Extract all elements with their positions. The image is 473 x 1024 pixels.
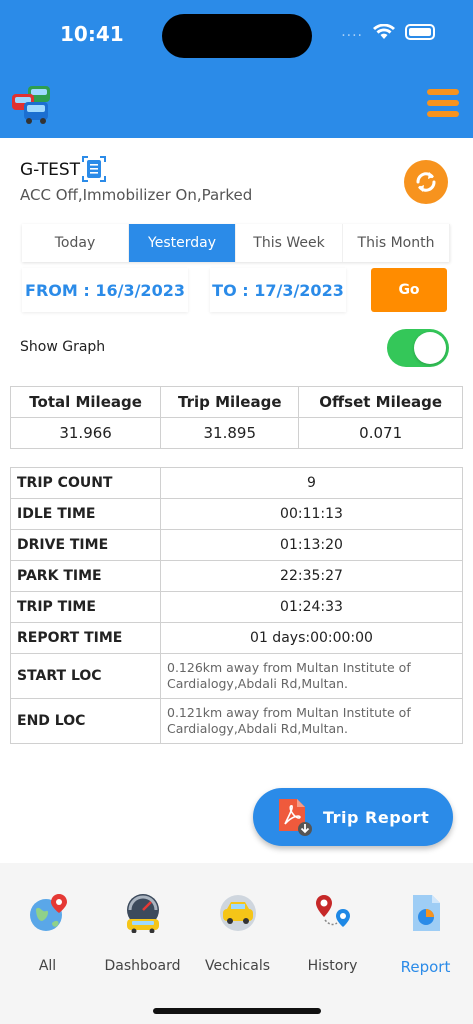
stat-value: 01 days:00:00:00 <box>160 622 463 654</box>
battery-icon <box>405 24 435 40</box>
toggle-knob <box>414 332 446 364</box>
nav-label-history: History <box>307 958 358 974</box>
vehicle-name: G-TEST <box>20 160 81 180</box>
total-mileage-value: 31.966 <box>9 417 162 449</box>
tab-this-week[interactable]: This Week <box>236 224 343 262</box>
go-button[interactable]: Go <box>371 268 447 312</box>
nav-item-all[interactable]: All <box>0 863 95 983</box>
table-row: START LOC 0.126km away from Multan Instit… <box>10 653 463 699</box>
map-pins-icon <box>315 895 350 927</box>
refresh-button[interactable] <box>404 160 448 204</box>
car-logo-icon <box>12 86 50 124</box>
mileage-table: Total Mileage Trip Mileage Offset Mileag… <box>9 386 463 449</box>
trip-report-label: Trip Report <box>323 807 430 827</box>
trip-mileage-value: 31.895 <box>160 417 300 449</box>
date-range-tabs: Today Yesterday This Week This Month <box>22 224 450 262</box>
from-date[interactable]: FROM : 16/3/2023 <box>22 268 188 312</box>
signal-dots: .... <box>341 24 363 40</box>
show-graph-toggle[interactable] <box>387 329 449 367</box>
to-date[interactable]: TO : 17/3/2023 <box>210 268 346 312</box>
nav-item-vehicles[interactable]: Vechicals <box>190 863 285 983</box>
vehicle-status: ACC Off,Immobilizer On,Parked <box>20 186 253 204</box>
table-row: DRIVE TIME 01:13:20 <box>10 529 463 561</box>
stat-key: TRIP COUNT <box>10 467 161 499</box>
offset-mileage-value: 0.071 <box>298 417 463 449</box>
stat-value: 9 <box>160 467 463 499</box>
table-row: END LOC 0.121km away from Multan Institut… <box>10 698 463 744</box>
nav-item-report[interactable]: Report <box>378 863 473 983</box>
wifi-icon <box>373 24 395 39</box>
nav-label-report: Report <box>400 958 451 976</box>
offset-mileage-header: Offset Mileage <box>298 386 463 418</box>
bottom-navigation: All Dashboard Vechicals History Report <box>0 863 473 1024</box>
hamburger-icon[interactable] <box>427 89 459 119</box>
mileage-header-row: Total Mileage Trip Mileage Offset Mileag… <box>9 386 463 418</box>
stat-key: TRIP TIME <box>10 591 161 623</box>
table-row: TRIP COUNT 9 <box>10 467 463 499</box>
stat-key: REPORT TIME <box>10 622 161 654</box>
stat-key: START LOC <box>10 653 161 699</box>
nav-label-vehicles: Vechicals <box>204 958 271 974</box>
stat-key: DRIVE TIME <box>10 529 161 561</box>
start-location-value: 0.126km away from Multan Institute of Ca… <box>160 653 463 699</box>
total-mileage-header: Total Mileage <box>9 386 162 418</box>
nav-item-dashboard[interactable]: Dashboard <box>95 863 190 983</box>
nav-label-dashboard: Dashboard <box>104 958 181 974</box>
stat-value: 22:35:27 <box>160 560 463 592</box>
tab-this-month[interactable]: This Month <box>343 224 450 262</box>
status-icons: .... <box>341 24 435 40</box>
stat-key: PARK TIME <box>10 560 161 592</box>
nav-label-all: All <box>38 958 57 974</box>
table-row: PARK TIME 22:35:27 <box>10 560 463 592</box>
app-header: 10:41 .... <box>0 0 473 138</box>
dynamic-island <box>162 14 312 58</box>
table-row: TRIP TIME 01:24:33 <box>10 591 463 623</box>
vehicle-icon <box>219 895 256 931</box>
stat-value: 01:24:33 <box>160 591 463 623</box>
globe-location-icon <box>29 894 67 931</box>
table-row: REPORT TIME 01 days:00:00:00 <box>10 622 463 654</box>
trip-stats-table: TRIP COUNT 9 IDLE TIME 00:11:13 DRIVE TIME… <box>10 467 463 744</box>
stat-key: END LOC <box>10 698 161 744</box>
mileage-value-row: 31.966 31.895 0.071 <box>9 417 463 449</box>
report-chart-icon <box>412 895 440 931</box>
trip-report-button[interactable]: Trip Report <box>253 788 453 846</box>
tab-today[interactable]: Today <box>22 224 129 262</box>
status-time: 10:41 <box>60 22 124 46</box>
trip-mileage-header: Trip Mileage <box>160 386 300 418</box>
nav-item-history[interactable]: History <box>285 863 380 983</box>
stat-key: IDLE TIME <box>10 498 161 530</box>
refresh-icon <box>416 172 436 192</box>
home-indicator <box>153 1008 321 1014</box>
speedometer-icon <box>126 894 159 933</box>
stat-value: 01:13:20 <box>160 529 463 561</box>
table-row: IDLE TIME 00:11:13 <box>10 498 463 530</box>
stat-value: 00:11:13 <box>160 498 463 530</box>
tab-yesterday[interactable]: Yesterday <box>129 224 236 262</box>
pdf-download-icon <box>279 799 312 836</box>
show-graph-label: Show Graph <box>20 339 106 355</box>
end-location-value: 0.121km away from Multan Institute of Ca… <box>160 698 463 744</box>
document-scan-icon[interactable] <box>82 156 106 182</box>
